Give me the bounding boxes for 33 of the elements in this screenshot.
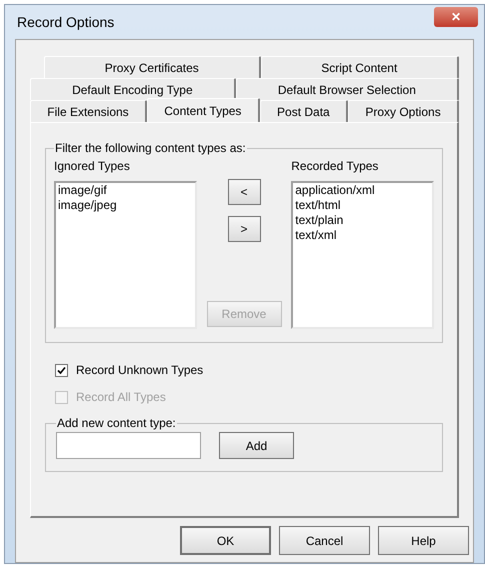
check-icon <box>57 366 66 374</box>
list-label: Ignored Types <box>54 158 131 175</box>
list-item[interactable]: text/plain <box>295 213 344 228</box>
list-item[interactable]: image/gif <box>58 183 107 198</box>
add-button[interactable]: Add <box>219 432 294 459</box>
dialog-button[interactable]: OK <box>180 526 271 555</box>
dialog-button[interactable]: Cancel <box>279 526 370 555</box>
group-title: Filter the following content types as: <box>54 140 247 157</box>
tab[interactable]: Proxy Certificates <box>44 56 260 78</box>
tab[interactable]: Default Browser Selection <box>236 78 460 100</box>
dialog-button[interactable]: Help <box>378 526 469 555</box>
move-right-button[interactable]: > <box>228 216 260 242</box>
list-label: Recorded Types <box>291 158 380 175</box>
tab[interactable]: Post Data <box>260 100 348 122</box>
list-box[interactable]: application/xml text/html text/plain text/xml <box>291 181 434 329</box>
group-title: Add new content type: <box>56 415 177 432</box>
checkbox[interactable] <box>55 364 68 376</box>
checkbox-label: Record Unknown Types <box>76 362 204 379</box>
checkbox-label: Record All Types <box>76 389 166 406</box>
list-item[interactable]: image/jpeg <box>58 198 117 213</box>
move-left-button[interactable]: < <box>228 179 260 205</box>
list-item[interactable]: text/xml <box>295 228 337 243</box>
tab[interactable]: Script Content <box>260 56 460 78</box>
window-title: Record Options <box>17 12 114 32</box>
tab[interactable]: Content Types <box>146 98 260 122</box>
tab[interactable]: Default Encoding Type <box>30 78 236 100</box>
list-item[interactable]: text/html <box>295 198 341 213</box>
close-button[interactable]: ✕ <box>434 7 478 27</box>
list-item[interactable]: application/xml <box>295 183 375 198</box>
input-field[interactable] <box>56 432 201 459</box>
tab[interactable]: File Extensions <box>30 100 147 122</box>
list-box[interactable]: image/gif image/jpeg <box>54 181 197 329</box>
tab[interactable]: Proxy Options <box>348 100 459 122</box>
